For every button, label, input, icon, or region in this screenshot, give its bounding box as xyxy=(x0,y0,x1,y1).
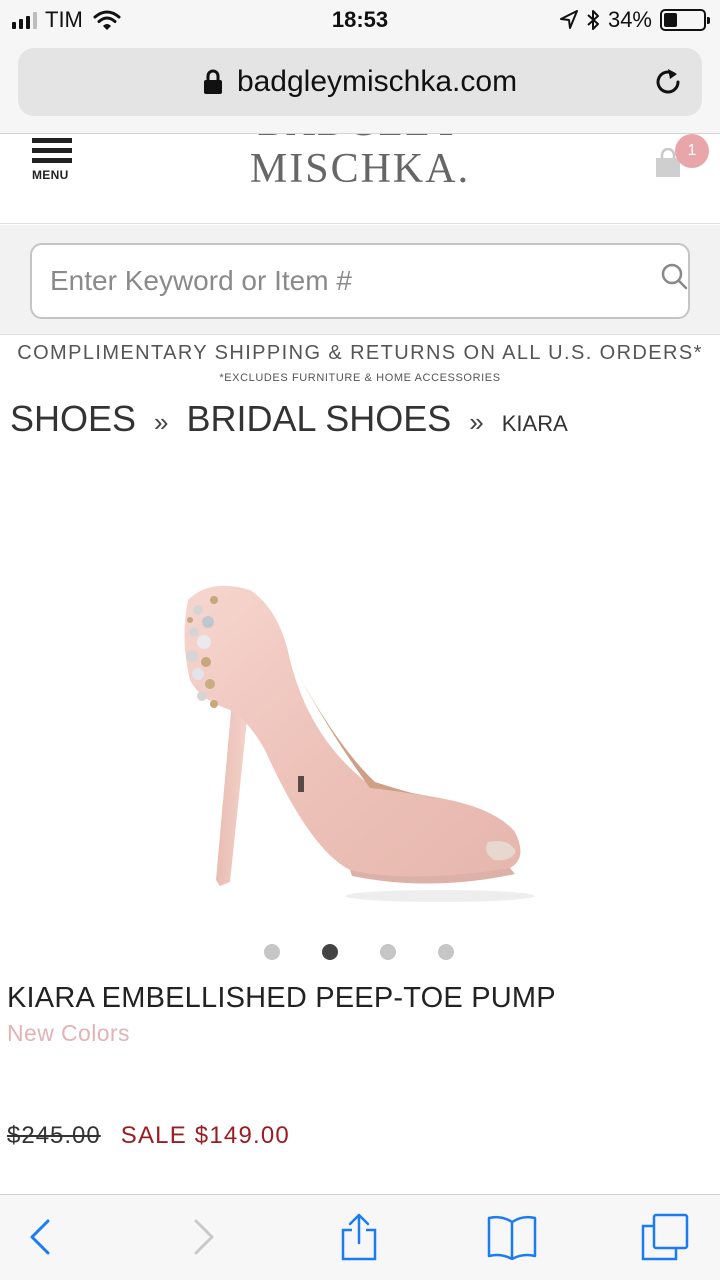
status-right: 34% xyxy=(559,6,710,34)
price-row: $245.00 SALE $149.00 xyxy=(7,1122,290,1150)
logo-bottom-word: MISCHKA. xyxy=(249,146,471,192)
shipping-promo[interactable]: COMPLIMENTARY SHIPPING & RETURNS ON ALL … xyxy=(0,342,720,365)
brand-logo[interactable]: BADGLEY MISCHKA. xyxy=(0,134,720,190)
product-image[interactable] xyxy=(170,570,550,910)
forward-button[interactable] xyxy=(176,1209,232,1265)
logo-top-word: BADGLEY xyxy=(0,134,720,146)
carousel-dot-3[interactable] xyxy=(380,944,396,960)
bookmarks-button[interactable] xyxy=(484,1209,540,1265)
breadcrumb-current: KIARA xyxy=(501,411,568,436)
bluetooth-icon xyxy=(587,10,599,30)
battery-percent: 34% xyxy=(607,7,652,32)
back-icon xyxy=(30,1219,50,1255)
lock-icon xyxy=(203,69,222,94)
site-header: MENU BADGLEY MISCHKA. 1 xyxy=(0,134,720,224)
shipping-promo-note: *EXCLUDES FURNITURE & HOME ACCESSORIES xyxy=(219,372,501,384)
address-content[interactable]: badgleymischka.com xyxy=(18,48,702,116)
browser-toolbar xyxy=(0,1194,720,1280)
breadcrumb-separator: » xyxy=(469,407,484,437)
battery-level xyxy=(664,13,677,27)
breadcrumb-bridal-shoes[interactable]: BRIDAL SHOES xyxy=(187,398,452,440)
battery-icon xyxy=(660,9,710,31)
breadcrumb-shoes[interactable]: SHOES xyxy=(10,398,136,440)
search-icon[interactable] xyxy=(660,262,688,290)
product-title: KIARA EMBELLISHED PEEP-TOE PUMP xyxy=(7,982,556,1014)
status-bar: TIM 18:53 34% xyxy=(0,0,720,40)
back-button[interactable] xyxy=(12,1209,68,1265)
bookmarks-icon xyxy=(487,1215,537,1260)
tabs-icon xyxy=(641,1213,689,1261)
carousel-dot-4[interactable] xyxy=(438,944,454,960)
address-bar[interactable]: badgleymischka.com xyxy=(18,48,702,116)
search-input[interactable] xyxy=(30,243,690,319)
reload-icon[interactable] xyxy=(652,66,684,98)
original-price: $245.00 xyxy=(7,1122,101,1149)
new-colors-label[interactable]: New Colors xyxy=(7,1020,130,1047)
location-arrow-icon xyxy=(559,10,578,29)
url-text[interactable]: badgleymischka.com xyxy=(237,65,517,99)
cart-count-badge: 1 xyxy=(675,134,709,168)
carousel-dot-2[interactable] xyxy=(322,944,338,960)
breadcrumb: SHOES » BRIDAL SHOES » KIARA xyxy=(10,398,568,442)
carousel-dot-1[interactable] xyxy=(264,944,280,960)
forward-icon xyxy=(194,1219,214,1255)
sale-price: SALE $149.00 xyxy=(120,1122,290,1149)
share-button[interactable] xyxy=(331,1209,387,1265)
tabs-button[interactable] xyxy=(637,1209,693,1265)
share-icon xyxy=(341,1213,377,1261)
image-carousel-dots xyxy=(264,944,454,960)
breadcrumb-separator: » xyxy=(154,407,169,437)
browser-url-area: badgleymischka.com xyxy=(0,40,720,134)
search-band xyxy=(0,225,720,335)
